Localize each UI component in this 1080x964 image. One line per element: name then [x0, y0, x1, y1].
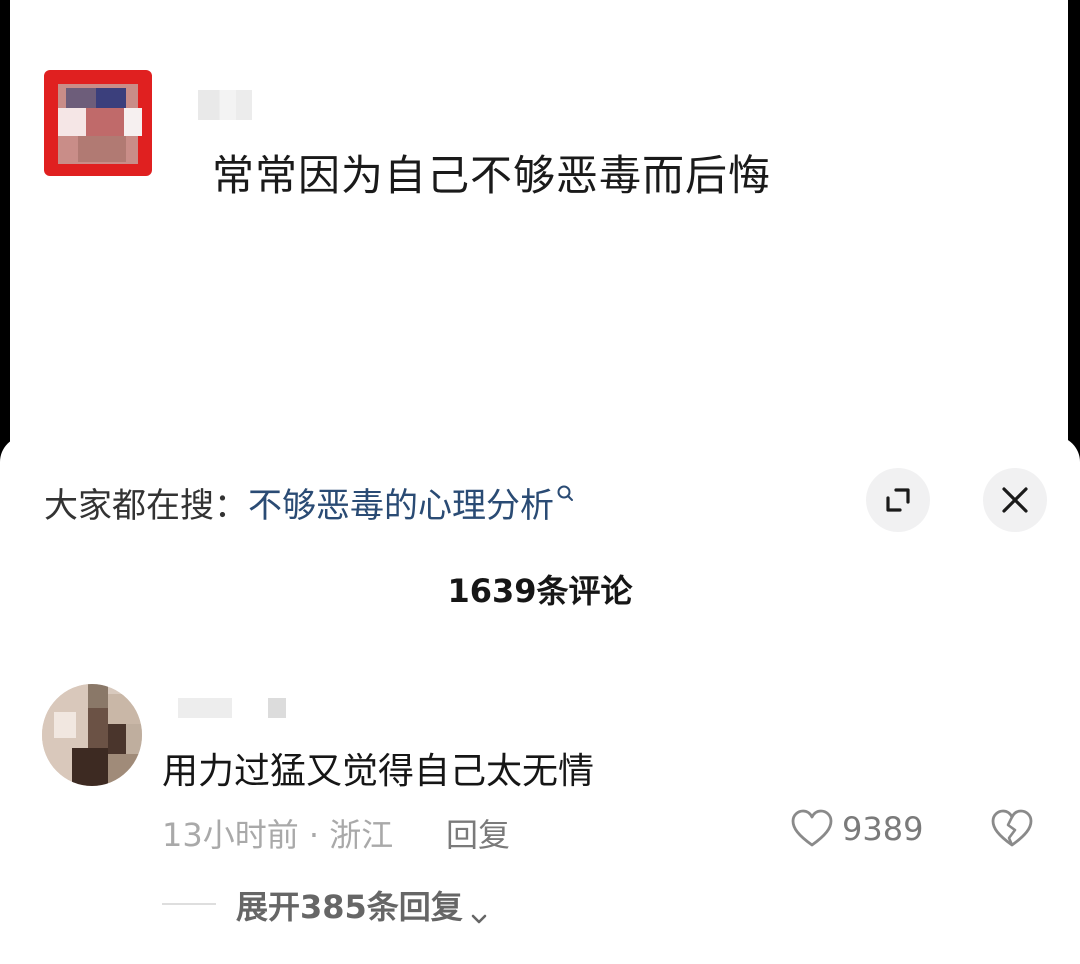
expand-button[interactable] — [866, 468, 930, 532]
dislike-button[interactable] — [990, 808, 1034, 850]
comment-meta: 13小时前 · 浙江 — [162, 816, 394, 854]
commenter-name-blurred[interactable] — [178, 698, 290, 718]
close-button[interactable] — [983, 468, 1047, 532]
search-icon[interactable] — [556, 478, 576, 504]
broken-heart-icon — [991, 809, 1033, 847]
screen: 常常因为自己不够恶毒而后悔 大家都在搜：不够恶毒的心理分析 1639条评论 用力… — [0, 0, 1080, 964]
reply-button[interactable]: 回复 — [446, 810, 510, 856]
divider-line — [162, 903, 216, 905]
chevron-down-icon — [469, 899, 489, 924]
post-card: 常常因为自己不够恶毒而后悔 — [10, 0, 1068, 470]
post-author-name-blurred[interactable] — [198, 90, 252, 120]
expand-replies-label: 展开385条回复 — [236, 888, 463, 926]
expand-replies-button[interactable]: 展开385条回复 — [236, 882, 489, 928]
comment-count: 1639条评论 — [447, 572, 633, 610]
like-button[interactable] — [790, 808, 834, 850]
heart-icon — [791, 809, 833, 847]
trending-search[interactable]: 大家都在搜：不够恶毒的心理分析 — [44, 478, 576, 527]
trending-search-query[interactable]: 不够恶毒的心理分析 — [248, 486, 554, 526]
post-author-avatar[interactable] — [44, 70, 152, 176]
post-text: 常常因为自己不够恶毒而后悔 — [212, 151, 772, 200]
like-count: 9389 — [842, 810, 924, 848]
close-icon — [1002, 487, 1028, 513]
comment-text: 用力过猛又觉得自己太无情 — [162, 751, 595, 792]
expand-icon — [886, 488, 910, 512]
trending-search-prefix: 大家都在搜： — [44, 486, 248, 526]
commenter-avatar[interactable] — [42, 684, 142, 786]
